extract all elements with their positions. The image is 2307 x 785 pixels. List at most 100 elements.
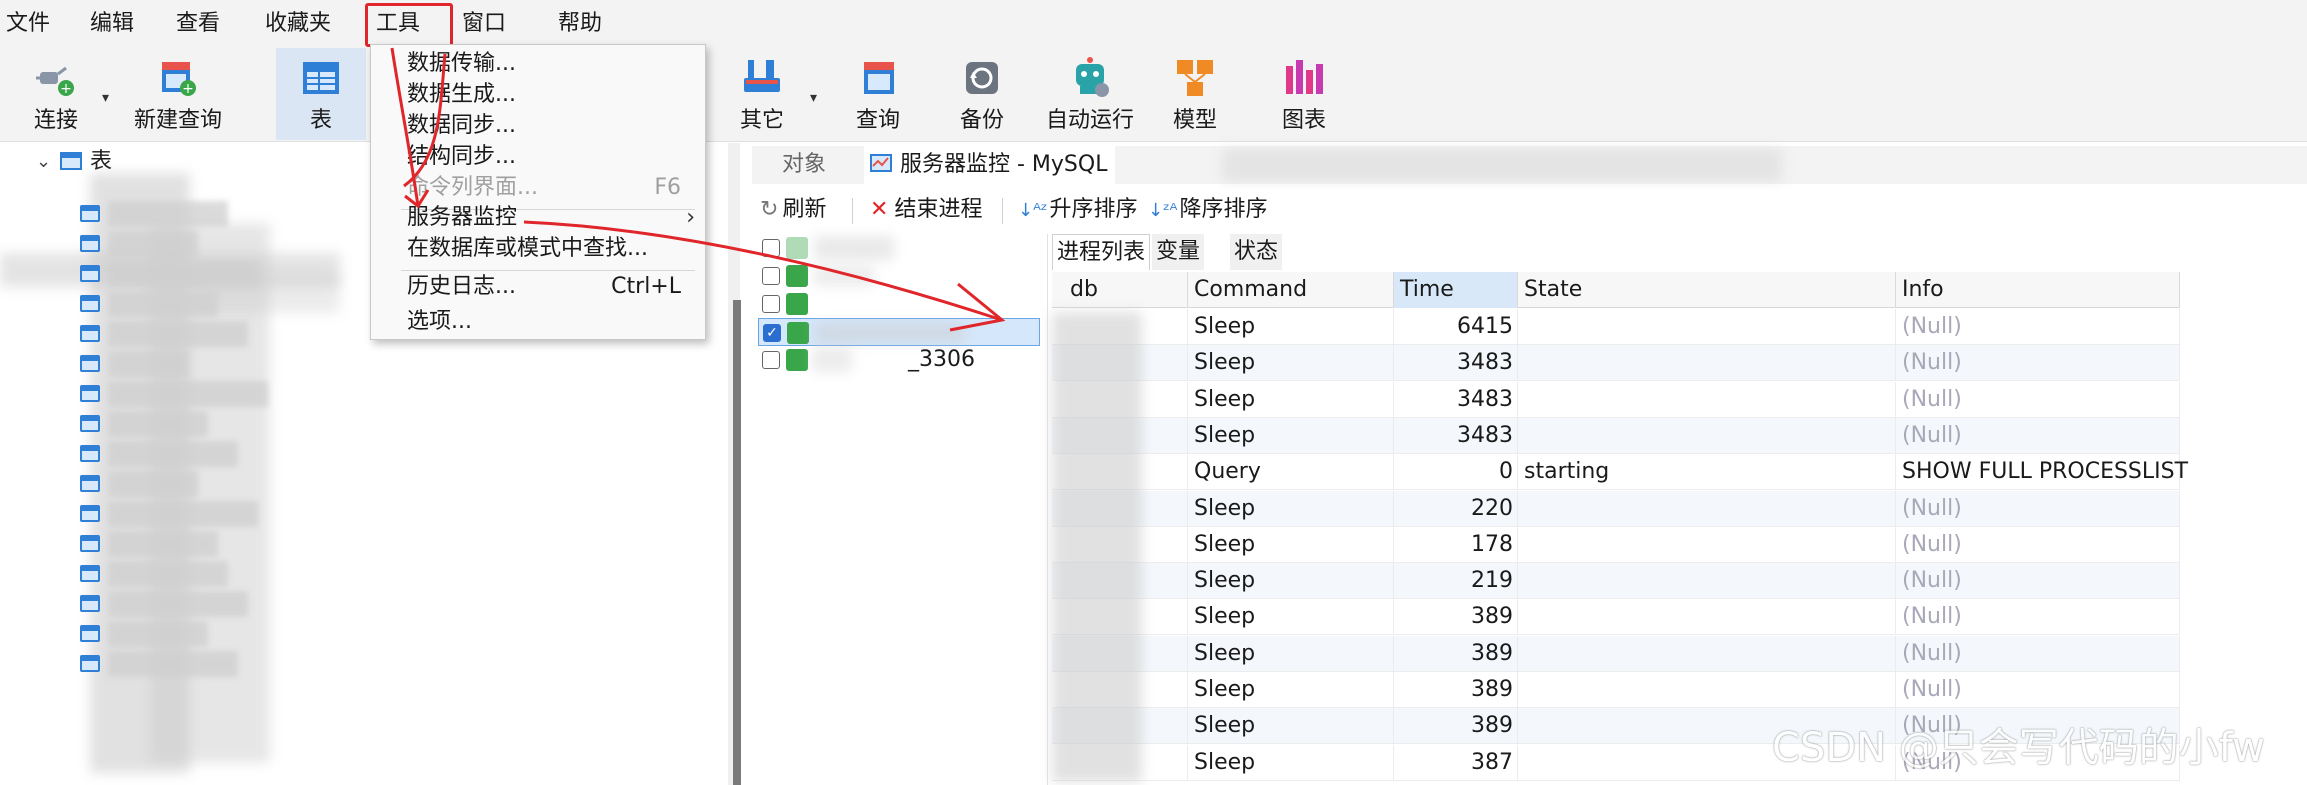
tree-table-item[interactable] (80, 351, 340, 377)
server-item[interactable] (758, 262, 1040, 290)
table-icon (80, 295, 100, 312)
server-item[interactable] (758, 290, 1040, 318)
tree-table-item[interactable] (80, 261, 340, 287)
tree-table-item[interactable] (80, 201, 340, 227)
cell-command: Sleep (1188, 490, 1394, 527)
tree-table-item[interactable] (80, 321, 340, 347)
tree-table-item[interactable] (80, 561, 340, 587)
redacted-area (812, 348, 852, 372)
column-header-command[interactable]: Command (1188, 272, 1394, 308)
menu-item-data-transfer[interactable]: 数据传输... (407, 49, 516, 79)
menu-item-find-in-database[interactable]: 在数据库或模式中查找... (407, 234, 648, 264)
tree-table-item[interactable] (80, 381, 340, 407)
connect-dropdown-caret[interactable]: ▾ (102, 90, 109, 106)
tree-table-item[interactable] (80, 231, 340, 257)
tree-table-item[interactable] (80, 651, 340, 677)
column-header-info[interactable]: Info (1896, 272, 2180, 308)
server-checkbox[interactable] (762, 267, 780, 285)
process-grid: db Command Time State Info Sleep 6415 (Nul… (1052, 272, 2188, 785)
menu-item-structure-sync[interactable]: 结构同步... (407, 142, 516, 172)
menu-item-history-log[interactable]: 历史日志... (407, 272, 516, 302)
server-item[interactable] (758, 234, 1040, 262)
table-row[interactable]: Sleep 3483 (Null) (1052, 417, 2180, 454)
table-row[interactable]: Sleep 389 (Null) (1052, 599, 2180, 636)
menu-item-data-generation[interactable]: 数据生成... (407, 80, 516, 110)
tree-table-item[interactable] (80, 621, 340, 647)
sort-asc-button[interactable]: ↓ᴬᶻ升序排序 (1018, 194, 1137, 227)
sort-desc-icon: ↓ᶻᴬ (1148, 200, 1178, 221)
table-row[interactable]: Sleep 3483 (Null) (1052, 381, 2180, 418)
table-button[interactable]: 表 (276, 48, 366, 140)
svg-text:+: + (182, 81, 194, 97)
server-item-selected[interactable]: ✓ (758, 318, 1040, 346)
tree-collapse-icon[interactable]: ⌄ (36, 151, 51, 172)
menu-favorites[interactable]: 收藏夹 (265, 8, 331, 40)
table-row[interactable]: Sleep 178 (Null) (1052, 526, 2180, 563)
tree-table-item[interactable] (80, 411, 340, 437)
model-button[interactable]: 模型 (1152, 48, 1238, 140)
redacted-table-name (108, 501, 258, 527)
server-list: ✓ _3306 (752, 234, 1048, 785)
redacted-area (814, 236, 894, 260)
other-button[interactable]: 其它 (720, 48, 804, 140)
cell-command: Sleep (1188, 635, 1394, 672)
refresh-button[interactable]: ↻ 刷新 (760, 194, 826, 226)
connect-button[interactable]: + 连接 (14, 48, 98, 140)
tree-table-item[interactable] (80, 441, 340, 467)
table-row[interactable]: Sleep 6415 (Null) (1052, 309, 2180, 345)
kill-process-button[interactable]: ✕ 结束进程 (870, 194, 982, 226)
tree-table-item[interactable] (80, 591, 340, 617)
server-checkbox[interactable] (762, 295, 780, 313)
table-row[interactable]: Sleep 389 (Null) (1052, 635, 2180, 672)
server-checkbox[interactable] (762, 239, 780, 257)
auto-run-button[interactable]: 自动运行 (1040, 48, 1140, 140)
sort-desc-button[interactable]: ↓ᶻᴬ降序排序 (1148, 194, 1267, 227)
table-row[interactable]: Sleep 389 (Null) (1052, 672, 2180, 708)
server-checkbox-checked[interactable]: ✓ (763, 324, 781, 342)
server-checkbox[interactable] (762, 351, 780, 369)
cell-state (1518, 309, 1896, 345)
column-header-db[interactable]: db (1064, 272, 1188, 308)
menu-item-server-monitor[interactable]: 服务器监控 (407, 203, 517, 233)
tools-icon (744, 60, 780, 92)
menu-view[interactable]: 查看 (176, 8, 220, 40)
table-row[interactable]: Sleep 219 (Null) (1052, 563, 2180, 600)
query-button[interactable]: 查询 (836, 48, 920, 140)
table-row[interactable]: Sleep 220 (Null) (1052, 490, 2180, 527)
column-header-state[interactable]: State (1518, 272, 1896, 308)
cell-time: 387 (1394, 744, 1518, 781)
server-item[interactable]: _3306 (758, 346, 1040, 374)
menu-window[interactable]: 窗口 (462, 8, 506, 40)
kill-process-label: 结束进程 (894, 197, 983, 222)
other-dropdown-caret[interactable]: ▾ (810, 90, 817, 106)
chart-label: 图表 (1281, 108, 1326, 133)
tree-table-item[interactable] (80, 471, 340, 497)
table-row[interactable]: Query 0 starting SHOW FULL PROCESSLIST (1052, 454, 2188, 491)
tree-table-item[interactable] (80, 291, 340, 317)
tree-table-item[interactable] (80, 531, 340, 557)
menu-item-data-sync[interactable]: 数据同步... (407, 111, 516, 141)
menu-edit[interactable]: 编辑 (90, 8, 134, 40)
cell-time: 389 (1394, 599, 1518, 636)
tree-table-item[interactable] (80, 501, 340, 527)
redacted-table-name (108, 441, 238, 467)
cell-command: Sleep (1188, 563, 1394, 600)
tab-server-monitor[interactable]: 服务器监控 - MySQL (864, 146, 1116, 184)
tab-status[interactable]: 状态 (1230, 234, 1283, 270)
column-header-time[interactable]: Time (1394, 272, 1518, 308)
toolbar-divider (852, 198, 853, 224)
refresh-label: 刷新 (782, 197, 827, 222)
backup-button[interactable]: 备份 (940, 48, 1024, 140)
menu-file[interactable]: 文件 (6, 8, 50, 40)
tab-variables[interactable]: 变量 (1152, 234, 1205, 270)
tab-process-list[interactable]: 进程列表 (1052, 234, 1151, 270)
tab-objects[interactable]: 对象 (782, 146, 826, 184)
cell-info: (Null) (1896, 672, 2180, 708)
menu-item-options[interactable]: 选项... (407, 307, 472, 337)
new-query-button[interactable]: + 新建查询 (118, 48, 238, 140)
scrollbar-thumb[interactable] (733, 300, 741, 785)
toolbar-divider (1002, 198, 1003, 224)
table-row[interactable]: Sleep 3483 (Null) (1052, 345, 2180, 382)
menu-help[interactable]: 帮助 (558, 8, 602, 40)
chart-button[interactable]: 图表 (1262, 48, 1346, 140)
